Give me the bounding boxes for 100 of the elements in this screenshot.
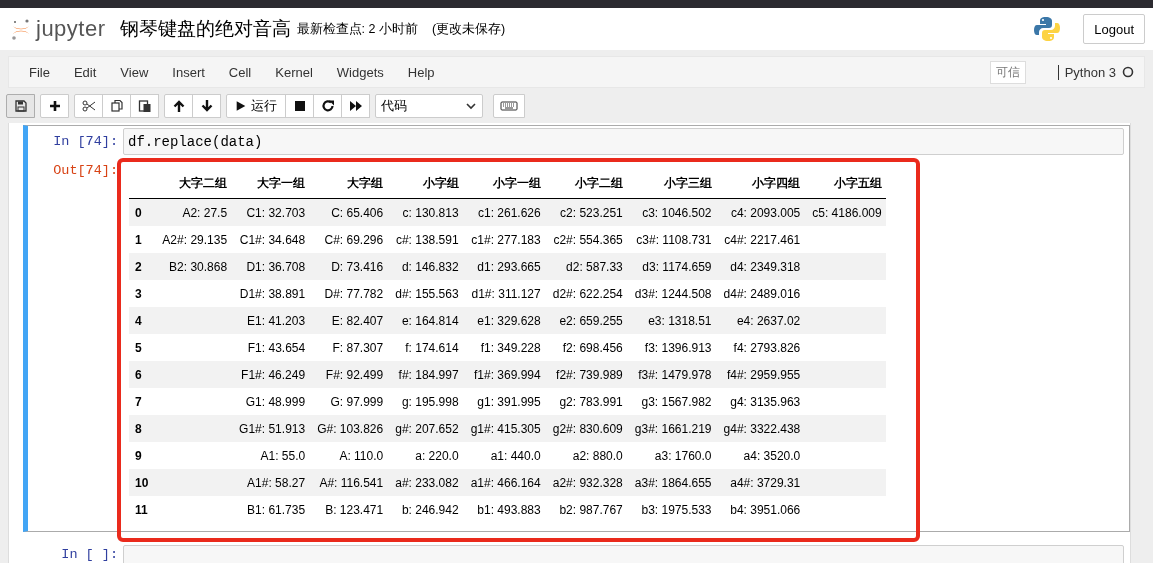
kernel-idle-icon (1122, 66, 1134, 78)
python-logo-icon (1033, 15, 1062, 43)
table-cell: c#: 138.591 (387, 226, 463, 253)
menu-item[interactable]: Widgets (324, 64, 396, 80)
table-cell: d3#: 1244.508 (626, 280, 716, 307)
save-status: (更改未保存) (431, 20, 506, 38)
table-cell: c2: 523.251 (544, 198, 627, 226)
table-cell: A1#: 58.27 (231, 469, 310, 496)
table-cell: e3: 1318.51 (626, 307, 716, 334)
table-cell: A2: 27.5 (154, 198, 232, 226)
table-cell: a4: 3520.0 (715, 442, 805, 469)
code-cell[interactable] (23, 125, 1130, 532)
menu-item[interactable]: View (108, 64, 161, 80)
table-cell: c1: 261.626 (462, 198, 545, 226)
output-prompt: Out[74]: (52, 162, 119, 178)
table-cell: f3: 1396.913 (626, 334, 716, 361)
table-cell: g1: 391.995 (462, 388, 545, 415)
add-cell-button[interactable] (40, 94, 69, 118)
table-cell: f2#: 739.989 (544, 361, 627, 388)
table-cell: d4#: 2489.016 (715, 280, 805, 307)
restart-run-all-button[interactable] (341, 94, 370, 118)
save-button[interactable] (6, 94, 35, 118)
menu-item[interactable]: Edit (61, 64, 109, 80)
column-header: 小字五组 (804, 169, 886, 199)
row-index: 2 (129, 253, 155, 280)
table-cell: g4: 3135.963 (715, 388, 805, 415)
table-cell: g4#: 3322.438 (715, 415, 805, 442)
table-cell: F#: 92.499 (309, 361, 388, 388)
scissors-icon (81, 99, 96, 113)
notebook-title[interactable]: 钢琴键盘的绝对音高 (119, 16, 291, 42)
table-cell: D1: 36.708 (231, 253, 310, 280)
table-cell: C#: 69.296 (309, 226, 388, 253)
copy-icon (109, 99, 124, 113)
row-index: 4 (129, 307, 155, 334)
table-cell: a1: 440.0 (462, 442, 545, 469)
table-cell: d#: 155.563 (387, 280, 463, 307)
table-cell: a4#: 3729.31 (715, 469, 805, 496)
cell-type-select[interactable]: 代码 (375, 94, 483, 118)
code-input[interactable]: df.replace(data) (123, 128, 1124, 155)
column-header: 小字三组 (626, 169, 716, 199)
table-cell: g2#: 830.609 (544, 415, 627, 442)
table-cell: C: 65.406 (309, 198, 388, 226)
restart-button[interactable] (313, 94, 342, 118)
table-cell: e: 164.814 (387, 307, 463, 334)
table-cell: c3: 1046.502 (626, 198, 716, 226)
kernel-name: Python 3 (1057, 64, 1116, 80)
play-icon (235, 99, 247, 113)
table-cell: d1#: 311.127 (462, 280, 545, 307)
table-cell: a2: 880.0 (544, 442, 627, 469)
copy-button[interactable] (102, 94, 131, 118)
table-cell: f4#: 2959.955 (715, 361, 805, 388)
row-index: 8 (129, 415, 155, 442)
table-cell: g1#: 415.305 (462, 415, 545, 442)
menu-item[interactable]: Help (395, 64, 447, 80)
keyboard-shortcuts-button[interactable] (493, 94, 525, 118)
table-cell: b2: 987.767 (544, 496, 627, 523)
menu-item[interactable]: Cell (216, 64, 264, 80)
menu-item[interactable]: Insert (160, 64, 217, 80)
restart-icon (320, 99, 335, 113)
logout-button[interactable]: Logout (1083, 14, 1145, 44)
table-cell: G: 97.999 (309, 388, 388, 415)
table-cell: D: 73.416 (309, 253, 388, 280)
table-cell: f3#: 1479.978 (626, 361, 716, 388)
table-cell: B2: 30.868 (154, 253, 232, 280)
table-cell: c4: 2093.005 (715, 198, 805, 226)
stop-button[interactable] (285, 94, 314, 118)
table-cell: G1: 48.999 (231, 388, 310, 415)
cut-button[interactable] (74, 94, 103, 118)
table-cell: F1#: 46.249 (231, 361, 310, 388)
menu-item[interactable]: File (17, 64, 62, 80)
move-down-button[interactable] (192, 94, 221, 118)
table-cell: a1#: 466.164 (462, 469, 545, 496)
move-up-button[interactable] (164, 94, 193, 118)
row-index: 1 (129, 226, 155, 253)
table-cell: g#: 207.652 (387, 415, 463, 442)
table-cell: C1: 32.703 (231, 198, 310, 226)
table-cell: g2: 783.991 (544, 388, 627, 415)
table-cell: a3: 1760.0 (626, 442, 716, 469)
table-cell: f4: 2793.826 (715, 334, 805, 361)
run-button[interactable]: 运行 (226, 94, 286, 118)
clipboard-icon (137, 99, 152, 113)
column-header: 小字四组 (715, 169, 805, 199)
table-cell: D1#: 38.891 (231, 280, 310, 307)
arrow-down-icon (199, 99, 214, 113)
paste-button[interactable] (130, 94, 159, 118)
table-cell: g: 195.998 (387, 388, 463, 415)
table-cell: G1#: 51.913 (231, 415, 310, 442)
code-cell[interactable]: In [ ]: (23, 544, 1130, 563)
fast-forward-icon (348, 99, 363, 113)
table-cell: b1: 493.883 (462, 496, 545, 523)
input-prompt: In [74]: (52, 133, 119, 149)
trusted-indicator[interactable]: 可信 (989, 60, 1026, 84)
table-cell: g3: 1567.982 (626, 388, 716, 415)
column-header: 大字一组 (231, 169, 310, 199)
table-cell: F: 87.307 (309, 334, 388, 361)
table-cell: C1#: 34.648 (231, 226, 310, 253)
table-cell: e1: 329.628 (462, 307, 545, 334)
menu-item[interactable]: Kernel (263, 64, 325, 80)
jupyter-logo-text: jupyter (36, 16, 106, 42)
row-index: 7 (129, 388, 155, 415)
